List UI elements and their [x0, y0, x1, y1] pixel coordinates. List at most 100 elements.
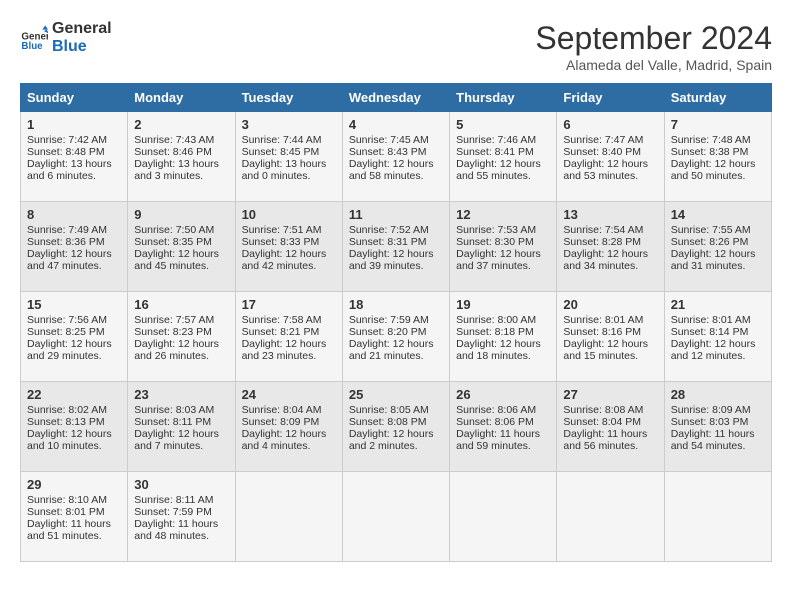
calendar-cell: 18Sunrise: 7:59 AMSunset: 8:20 PMDayligh…: [342, 292, 449, 382]
day-number: 1: [27, 117, 121, 132]
day-info-line: Sunset: 8:16 PM: [563, 326, 657, 338]
day-info-line: Sunset: 8:14 PM: [671, 326, 765, 338]
day-number: 26: [456, 387, 550, 402]
title-block: September 2024 Alameda del Valle, Madrid…: [535, 20, 772, 73]
day-info-line: and 34 minutes.: [563, 260, 657, 272]
month-title: September 2024: [535, 20, 772, 57]
calendar-cell: 27Sunrise: 8:08 AMSunset: 8:04 PMDayligh…: [557, 382, 664, 472]
day-info-line: Sunrise: 8:10 AM: [27, 494, 121, 506]
day-info-line: Daylight: 12 hours: [242, 248, 336, 260]
day-info-line: Daylight: 12 hours: [27, 338, 121, 350]
day-info-line: and 4 minutes.: [242, 440, 336, 452]
day-info-line: and 48 minutes.: [134, 530, 228, 542]
header-cell-sunday: Sunday: [21, 84, 128, 112]
day-number: 10: [242, 207, 336, 222]
day-number: 21: [671, 297, 765, 312]
day-info-line: and 51 minutes.: [27, 530, 121, 542]
day-info-line: Daylight: 12 hours: [134, 338, 228, 350]
day-number: 5: [456, 117, 550, 132]
day-number: 18: [349, 297, 443, 312]
calendar-cell: 1Sunrise: 7:42 AMSunset: 8:48 PMDaylight…: [21, 112, 128, 202]
day-info-line: Sunrise: 7:44 AM: [242, 134, 336, 146]
calendar-cell: 15Sunrise: 7:56 AMSunset: 8:25 PMDayligh…: [21, 292, 128, 382]
day-info-line: Daylight: 11 hours: [456, 428, 550, 440]
day-info-line: Sunset: 8:43 PM: [349, 146, 443, 158]
day-info-line: Sunset: 8:04 PM: [563, 416, 657, 428]
logo: General Blue General Blue: [20, 20, 112, 55]
day-info-line: Sunset: 8:28 PM: [563, 236, 657, 248]
calendar-cell: 14Sunrise: 7:55 AMSunset: 8:26 PMDayligh…: [664, 202, 771, 292]
calendar-cell: 19Sunrise: 8:00 AMSunset: 8:18 PMDayligh…: [450, 292, 557, 382]
day-info-line: Sunrise: 7:47 AM: [563, 134, 657, 146]
calendar-cell: 5Sunrise: 7:46 AMSunset: 8:41 PMDaylight…: [450, 112, 557, 202]
day-info-line: Sunset: 8:40 PM: [563, 146, 657, 158]
calendar-table: SundayMondayTuesdayWednesdayThursdayFrid…: [20, 83, 772, 562]
day-info-line: Sunrise: 7:57 AM: [134, 314, 228, 326]
day-info-line: Sunset: 8:36 PM: [27, 236, 121, 248]
day-info-line: and 53 minutes.: [563, 170, 657, 182]
calendar-header-row: SundayMondayTuesdayWednesdayThursdayFrid…: [21, 84, 772, 112]
day-info-line: Sunrise: 7:42 AM: [27, 134, 121, 146]
day-info-line: and 50 minutes.: [671, 170, 765, 182]
calendar-cell: 28Sunrise: 8:09 AMSunset: 8:03 PMDayligh…: [664, 382, 771, 472]
calendar-cell: 30Sunrise: 8:11 AMSunset: 7:59 PMDayligh…: [128, 472, 235, 562]
day-info-line: Daylight: 11 hours: [134, 518, 228, 530]
day-info-line: Sunset: 8:26 PM: [671, 236, 765, 248]
day-number: 7: [671, 117, 765, 132]
day-info-line: Sunrise: 8:00 AM: [456, 314, 550, 326]
day-info-line: Sunset: 8:20 PM: [349, 326, 443, 338]
location: Alameda del Valle, Madrid, Spain: [535, 57, 772, 73]
logo-icon: General Blue: [20, 24, 48, 52]
header-cell-wednesday: Wednesday: [342, 84, 449, 112]
day-info-line: and 15 minutes.: [563, 350, 657, 362]
calendar-week-row: 15Sunrise: 7:56 AMSunset: 8:25 PMDayligh…: [21, 292, 772, 382]
day-info-line: Sunset: 8:25 PM: [27, 326, 121, 338]
day-info-line: and 7 minutes.: [134, 440, 228, 452]
day-info-line: and 39 minutes.: [349, 260, 443, 272]
day-number: 30: [134, 477, 228, 492]
day-info-line: Sunset: 8:48 PM: [27, 146, 121, 158]
header-cell-saturday: Saturday: [664, 84, 771, 112]
day-info-line: Sunrise: 8:03 AM: [134, 404, 228, 416]
day-number: 2: [134, 117, 228, 132]
day-number: 6: [563, 117, 657, 132]
calendar-week-row: 1 Sunrise: 7:42 AMSunset: 8:48 PM Daylight…: [21, 112, 772, 202]
calendar-cell: 29Sunrise: 8:10 AMSunset: 8:01 PMDayligh…: [21, 472, 128, 562]
day-info-line: Daylight: 12 hours: [134, 248, 228, 260]
day-info-line: Sunset: 8:46 PM: [134, 146, 228, 158]
day-info-line: and 26 minutes.: [134, 350, 228, 362]
day-info-line: and 56 minutes.: [563, 440, 657, 452]
day-info-line: Sunset: 8:33 PM: [242, 236, 336, 248]
day-info-line: Sunset: 8:45 PM: [242, 146, 336, 158]
header-cell-thursday: Thursday: [450, 84, 557, 112]
day-info-line: Daylight: 12 hours: [27, 428, 121, 440]
day-info-line: Daylight: 12 hours: [671, 158, 765, 170]
day-info-line: Sunset: 8:03 PM: [671, 416, 765, 428]
header-cell-monday: Monday: [128, 84, 235, 112]
day-info-line: Sunrise: 8:02 AM: [27, 404, 121, 416]
day-info-line: Sunrise: 7:50 AM: [134, 224, 228, 236]
day-info-line: Daylight: 12 hours: [456, 248, 550, 260]
calendar-cell: 12Sunrise: 7:53 AMSunset: 8:30 PMDayligh…: [450, 202, 557, 292]
day-number: 3: [242, 117, 336, 132]
day-info-line: Sunrise: 8:06 AM: [456, 404, 550, 416]
calendar-cell: 10Sunrise: 7:51 AMSunset: 8:33 PMDayligh…: [235, 202, 342, 292]
day-number: 16: [134, 297, 228, 312]
day-info-line: Sunrise: 7:43 AM: [134, 134, 228, 146]
calendar-cell: 9Sunrise: 7:50 AMSunset: 8:35 PMDaylight…: [128, 202, 235, 292]
calendar-cell: 21Sunrise: 8:01 AMSunset: 8:14 PMDayligh…: [664, 292, 771, 382]
calendar-cell: 3Sunrise: 7:44 AMSunset: 8:45 PMDaylight…: [235, 112, 342, 202]
day-info-line: Daylight: 11 hours: [563, 428, 657, 440]
calendar-cell: 23Sunrise: 8:03 AMSunset: 8:11 PMDayligh…: [128, 382, 235, 472]
day-number: 20: [563, 297, 657, 312]
day-info-line: Sunrise: 7:45 AM: [349, 134, 443, 146]
header-cell-friday: Friday: [557, 84, 664, 112]
day-number: 4: [349, 117, 443, 132]
day-number: 13: [563, 207, 657, 222]
day-info-line: Sunset: 8:31 PM: [349, 236, 443, 248]
day-info-line: and 55 minutes.: [456, 170, 550, 182]
day-info-line: and 10 minutes.: [27, 440, 121, 452]
day-number: 23: [134, 387, 228, 402]
day-info-line: Daylight: 12 hours: [134, 428, 228, 440]
calendar-cell: 24Sunrise: 8:04 AMSunset: 8:09 PMDayligh…: [235, 382, 342, 472]
